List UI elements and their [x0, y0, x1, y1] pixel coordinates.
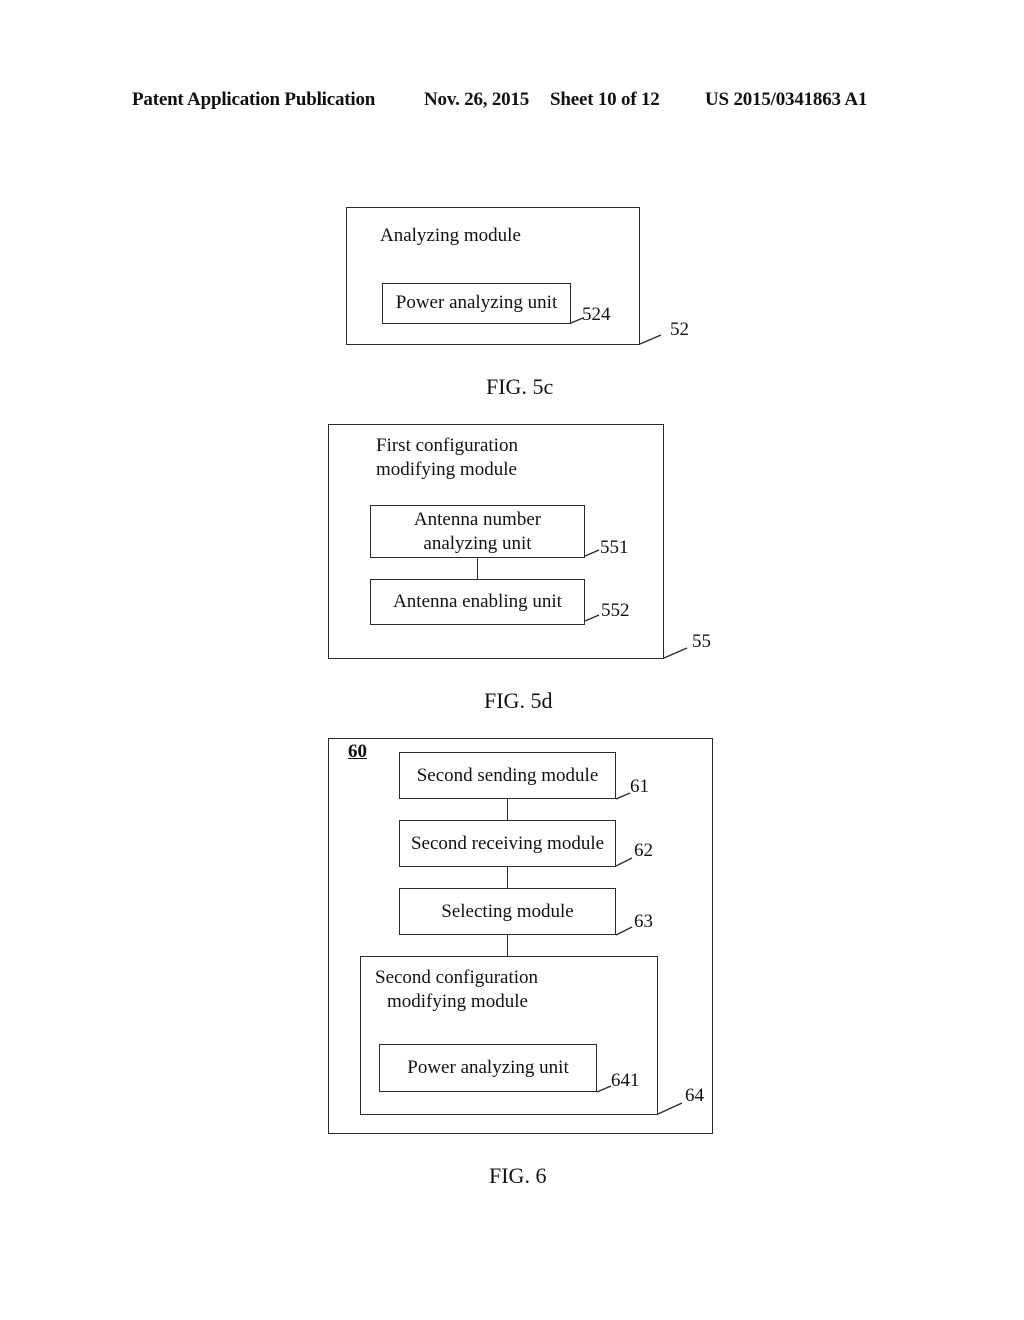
analyzing-module-label: Analyzing module: [380, 225, 521, 246]
leader-line-641: [596, 1085, 612, 1093]
header-publication: Patent Application Publication: [132, 89, 376, 110]
figure-caption-5d: FIG. 5d: [484, 688, 553, 713]
antenna-enabling-unit-label: Antenna enabling unit: [393, 591, 562, 612]
second-configuration-label-line2: modifying module: [387, 991, 528, 1012]
ref-62: 62: [634, 840, 653, 861]
ref-63: 63: [634, 911, 653, 932]
connector-61-62: [507, 799, 508, 820]
ref-61: 61: [630, 776, 649, 797]
figure-caption-6: FIG. 6: [489, 1163, 547, 1188]
antenna-number-label-line1: Antenna number: [413, 509, 542, 530]
ref-52: 52: [670, 319, 689, 340]
ref-551: 551: [600, 537, 629, 558]
figure-caption-5c: FIG. 5c: [486, 374, 554, 399]
leader-line-551: [584, 549, 600, 557]
antenna-number-label-line2: analyzing unit: [423, 533, 532, 554]
leader-line-62: [615, 857, 633, 867]
power-analyzing-unit-641-label: Power analyzing unit: [407, 1057, 569, 1078]
ref-55: 55: [692, 631, 711, 652]
leader-line-52: [639, 334, 662, 345]
first-configuration-label-line2: modifying module: [376, 459, 517, 480]
connector-62-63: [507, 867, 508, 888]
leader-line-55: [663, 647, 688, 659]
leader-line-552: [584, 614, 600, 622]
second-configuration-label-line1: Second configuration: [375, 967, 539, 988]
ref-641: 641: [611, 1070, 640, 1091]
header-date: Nov. 26, 2015: [424, 89, 530, 110]
leader-line-64: [657, 1102, 683, 1115]
second-sending-module-label: Second sending module: [416, 765, 599, 786]
connector-63-64: [507, 935, 508, 956]
leader-line-63: [615, 926, 633, 936]
ref-60: 60: [348, 741, 367, 762]
power-analyzing-unit-label: Power analyzing unit: [395, 292, 558, 313]
first-configuration-label-line1: First configuration: [376, 435, 518, 456]
second-receiving-module-label: Second receiving module: [410, 833, 605, 854]
ref-552: 552: [601, 600, 630, 621]
header-patent-number: US 2015/0341863 A1: [705, 89, 868, 110]
header-sheet: Sheet 10 of 12: [550, 89, 660, 110]
leader-line-61: [615, 792, 631, 800]
connector-551-552: [477, 558, 478, 579]
ref-524: 524: [582, 304, 611, 325]
ref-64: 64: [685, 1085, 704, 1106]
selecting-module-label: Selecting module: [441, 901, 574, 922]
